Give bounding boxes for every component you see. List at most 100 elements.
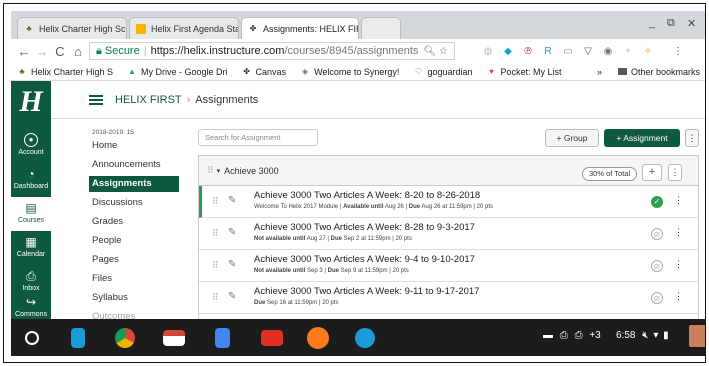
launcher-icon[interactable] xyxy=(25,331,39,345)
bookmark-label: Welcome to Synergy! xyxy=(314,66,400,77)
course-nav-syllabus[interactable]: Syllabus xyxy=(89,290,179,306)
assignment-menu-icon[interactable]: ⋮ xyxy=(674,195,683,206)
tab-label: Assignments: HELIX FIR xyxy=(263,23,359,34)
restore-icon[interactable]: ⧉ xyxy=(667,17,675,30)
assignment-title[interactable]: Achieve 3000 Two Articles A Week: 9-11 t… xyxy=(254,286,480,297)
add-assignment-button[interactable]: + Assignment xyxy=(604,129,680,147)
bookmark-label: Pocket: My List xyxy=(500,66,562,77)
course-nav-home[interactable]: Home xyxy=(89,138,179,154)
nav-account[interactable]: ● Account xyxy=(11,129,51,163)
minimize-icon[interactable]: _ xyxy=(649,17,655,29)
course-nav-people[interactable]: People xyxy=(89,233,179,249)
availability-label: Not available until xyxy=(254,268,306,274)
assignment-group-header[interactable]: ⠿ ▾ Achieve 3000 30% of Total + ⋮ xyxy=(199,156,698,186)
app-icon[interactable] xyxy=(307,327,329,349)
home-icon[interactable]: ⌂ xyxy=(69,44,87,59)
extension-icon[interactable]: ▭ xyxy=(561,44,575,58)
assignment-title[interactable]: Achieve 3000 Two Articles A Week: 9-4 to… xyxy=(254,254,475,265)
drag-handle-icon[interactable]: ⠿ xyxy=(212,196,219,207)
bookmark-label: goguardian xyxy=(427,66,473,77)
pinterest-icon[interactable]: ℗ xyxy=(521,44,535,58)
app-icon[interactable] xyxy=(71,328,85,348)
assignment-menu-icon[interactable]: ⋮ xyxy=(674,227,683,238)
forward-icon[interactable]: → xyxy=(33,44,51,59)
due-date: Sep 2 at 11:59pm xyxy=(343,236,391,242)
course-nav-announcements[interactable]: Announcements xyxy=(89,157,179,173)
course-nav-files[interactable]: Files xyxy=(89,271,179,287)
bookmark-item[interactable]: ✤ Canvas xyxy=(242,67,286,77)
unpublished-icon[interactable]: ⊘ xyxy=(651,260,663,272)
hamburger-menu-icon[interactable] xyxy=(89,93,103,107)
bookmark-item[interactable]: ♣ Helix Charter High S xyxy=(17,67,113,77)
notification-tray[interactable]: ▬ ⎙ ⎙ +3 xyxy=(543,330,601,341)
tab-assignments[interactable]: ✤ Assignments: HELIX FIR × xyxy=(241,17,359,39)
youtube-icon[interactable] xyxy=(261,330,283,346)
assignment-title[interactable]: Achieve 3000 Two Articles A Week: 8-20 t… xyxy=(254,190,480,201)
extension-icon[interactable]: ✧ xyxy=(641,44,655,58)
settings-kebab-button[interactable]: ⋮ xyxy=(685,129,699,147)
nav-courses[interactable]: ▤ Courses xyxy=(11,197,51,231)
collapse-caret-icon[interactable]: ▾ xyxy=(217,167,221,175)
published-check-icon[interactable]: ✓ xyxy=(651,196,663,208)
window-close-icon[interactable]: ✕ xyxy=(687,17,696,30)
gmail-icon[interactable] xyxy=(163,330,185,346)
unpublished-icon[interactable]: ⊘ xyxy=(651,228,663,240)
extension-icon[interactable]: ◉ xyxy=(601,44,615,58)
group-menu-button[interactable]: ⋮ xyxy=(668,164,682,181)
extension-icon[interactable]: ◆ xyxy=(501,44,515,58)
helix-bookmark-icon: ♣ xyxy=(19,67,25,76)
extension-icon[interactable]: + xyxy=(621,44,635,58)
assignment-row[interactable]: ⠿ ✎ Achieve 3000 Two Articles A Week: 8-… xyxy=(199,218,698,250)
course-term: 2018-2019: 15 xyxy=(92,129,134,136)
other-bookmarks[interactable]: Other bookmarks xyxy=(617,67,700,77)
bookmark-item[interactable]: ▲ My Drive - Google Dri xyxy=(127,67,227,77)
bookmark-star-icon[interactable]: ☆ xyxy=(439,46,448,57)
add-to-group-button[interactable]: + xyxy=(642,164,662,181)
bookmark-item[interactable]: ♡ goguardian xyxy=(413,66,473,77)
url-separator: | xyxy=(143,45,147,57)
add-group-button[interactable]: + Group xyxy=(545,129,599,147)
app-icon[interactable] xyxy=(355,328,375,348)
unpublished-icon[interactable]: ⊘ xyxy=(651,292,663,304)
course-nav-grades[interactable]: Grades xyxy=(89,214,179,230)
bookmark-item[interactable]: ◈ Welcome to Synergy! xyxy=(300,67,399,77)
new-tab-button[interactable] xyxy=(361,17,401,39)
drag-handle-icon[interactable]: ⠿ xyxy=(212,260,219,271)
address-bar[interactable]: 🔒︎ Secure | https://helix.instructure.co… xyxy=(89,42,455,60)
course-nav-discussions[interactable]: Discussions xyxy=(89,195,179,211)
assignment-menu-icon[interactable]: ⋮ xyxy=(674,291,683,302)
bookmark-item[interactable]: ♥ Pocket: My List xyxy=(486,67,561,77)
drag-handle-icon[interactable]: ⠿ xyxy=(212,292,219,303)
status-area[interactable]: 6:58 🔇︎ ▾ ▮ xyxy=(616,330,669,341)
nav-dashboard[interactable]: ◔ Dashboard xyxy=(11,163,51,197)
user-avatar[interactable] xyxy=(689,325,705,347)
back-icon[interactable]: ← xyxy=(15,44,33,59)
menu-icon[interactable]: ⋮ xyxy=(671,44,685,58)
course-nav-pages[interactable]: Pages xyxy=(89,252,179,268)
assignment-search-input[interactable]: Search for Assignment xyxy=(198,129,318,146)
course-nav-assignments[interactable]: Assignments xyxy=(89,176,179,192)
assignment-menu-icon[interactable]: ⋮ xyxy=(674,259,683,270)
pocket-icon[interactable]: ▽ xyxy=(581,44,595,58)
tab-helix-first-agenda[interactable]: Helix First Agenda Starr × xyxy=(129,17,239,39)
assignment-row[interactable]: ⠿ ✎ Achieve 3000 Two Articles A Week: 9-… xyxy=(199,282,698,314)
battery-icon: ▮ xyxy=(663,330,669,341)
extension-icon[interactable]: R xyxy=(541,44,555,58)
bookmarks-overflow[interactable]: » xyxy=(597,67,602,77)
assignment-row[interactable]: ⠿ ✎ Achieve 3000 Two Articles A Week: 8-… xyxy=(199,186,698,218)
school-logo[interactable]: H xyxy=(15,85,47,119)
drag-handle-icon[interactable]: ⠿ xyxy=(212,228,219,239)
tab-helix-charter[interactable]: ♣ Helix Charter High Scho × xyxy=(17,17,127,39)
docs-icon[interactable] xyxy=(215,328,230,348)
drag-handle-icon[interactable]: ⠿ xyxy=(207,165,214,176)
assignment-row[interactable]: ⠿ ✎ Achieve 3000 Two Articles A Week: 9-… xyxy=(199,250,698,282)
chrome-icon[interactable] xyxy=(115,328,135,348)
assignment-title[interactable]: Achieve 3000 Two Articles A Week: 8-28 t… xyxy=(254,222,475,233)
reload-icon[interactable]: C xyxy=(51,44,69,59)
breadcrumb-course[interactable]: HELIX FIRST xyxy=(115,94,182,106)
secure-indicator[interactable]: 🔒︎ Secure xyxy=(96,45,140,58)
extension-icon[interactable]: ◍ xyxy=(481,44,495,58)
availability-date: Sep 3 xyxy=(307,268,323,274)
zoom-icon[interactable]: 🔍︎ xyxy=(424,46,437,57)
nav-calendar[interactable]: ▦ Calendar xyxy=(11,231,51,265)
